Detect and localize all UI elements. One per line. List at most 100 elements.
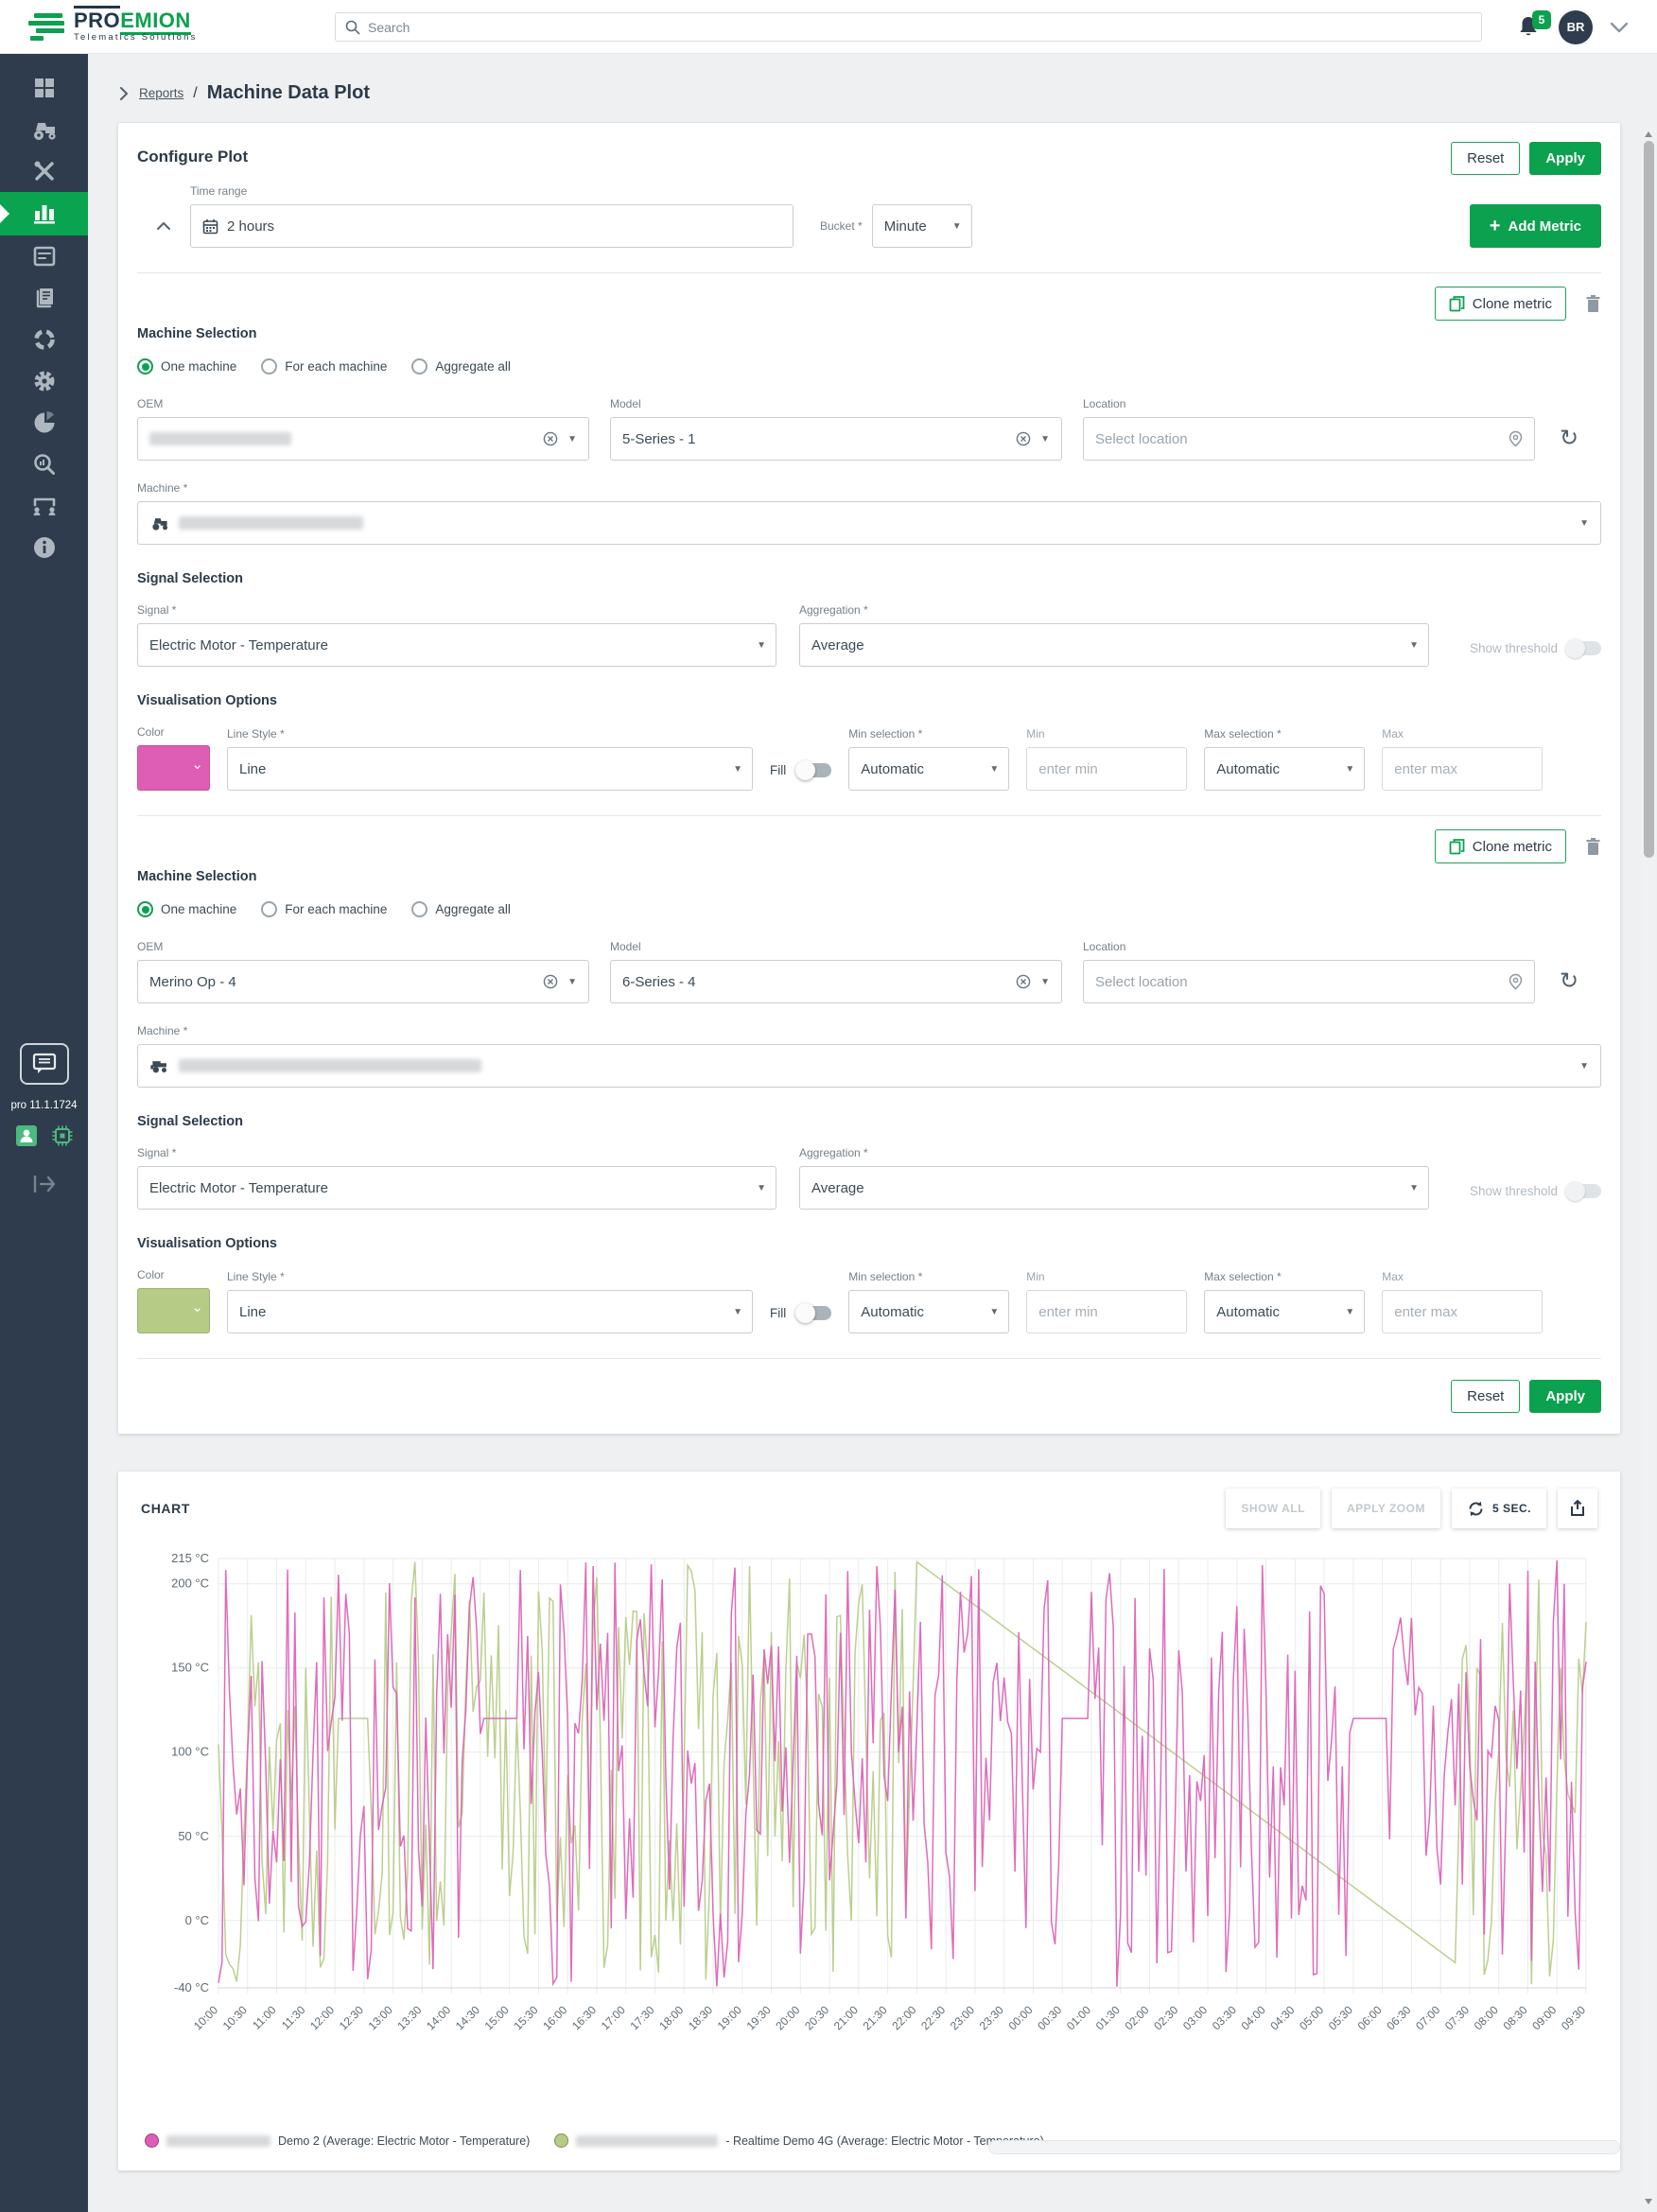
breadcrumb-chevron-icon[interactable] bbox=[118, 86, 130, 101]
line-style-select-1[interactable]: Line▼ bbox=[227, 747, 753, 791]
min-input-2[interactable] bbox=[1026, 1290, 1187, 1333]
sidebar-item-reports[interactable] bbox=[0, 192, 88, 235]
radio-one-machine[interactable]: One machine bbox=[137, 901, 236, 917]
horizontal-scrollbar[interactable] bbox=[988, 2140, 1620, 2154]
location-select-1[interactable]: Select location bbox=[1083, 417, 1535, 461]
radio-aggregate-all[interactable]: Aggregate all bbox=[411, 901, 511, 917]
clone-metric-button-1[interactable]: Clone metric bbox=[1435, 287, 1566, 321]
line-style-select-2[interactable]: Line▼ bbox=[227, 1290, 753, 1333]
color-picker-1[interactable] bbox=[137, 745, 210, 791]
svg-text:03:00: 03:00 bbox=[1180, 2003, 1210, 2032]
time-range-field[interactable]: 2 hours bbox=[190, 204, 794, 248]
aggregation-select-1[interactable]: Average▼ bbox=[799, 623, 1429, 667]
machine-select-2[interactable]: ▼ bbox=[137, 1044, 1601, 1088]
reset-machine-selection-button-1[interactable]: ↻ bbox=[1560, 417, 1579, 461]
oem-select-2[interactable]: Merino Op - 4 ▼ bbox=[137, 960, 589, 1003]
sidebar-item-analytics[interactable] bbox=[0, 402, 88, 444]
scroll-up-arrow-icon[interactable] bbox=[1645, 131, 1652, 137]
show-threshold-toggle-1[interactable] bbox=[1567, 641, 1601, 655]
min-input-1[interactable] bbox=[1026, 747, 1187, 791]
radio-aggregate-all[interactable]: Aggregate all bbox=[411, 358, 511, 374]
global-search[interactable] bbox=[335, 12, 1482, 42]
signal-select-2[interactable]: Electric Motor - Temperature▼ bbox=[137, 1166, 776, 1210]
sidebar-item-organisation[interactable] bbox=[0, 485, 88, 527]
caret-down-icon[interactable]: ▼ bbox=[567, 977, 577, 987]
user-badge-icon[interactable] bbox=[15, 1124, 38, 1147]
reset-machine-selection-button-2[interactable]: ↻ bbox=[1560, 960, 1579, 1003]
breadcrumb-reports-link[interactable]: Reports bbox=[139, 86, 183, 100]
sidebar-item-data-search[interactable] bbox=[0, 444, 88, 485]
radio-for-each-machine[interactable]: For each machine bbox=[261, 358, 387, 374]
color-picker-2[interactable] bbox=[137, 1288, 210, 1333]
apply-zoom-button[interactable]: APPLY ZOOM bbox=[1332, 1489, 1440, 1528]
sidebar-item-info[interactable] bbox=[0, 527, 88, 568]
sidebar-item-planner[interactable] bbox=[0, 235, 88, 277]
delete-metric-button-2[interactable] bbox=[1585, 837, 1601, 856]
aggregation-select-2[interactable]: Average▼ bbox=[799, 1166, 1429, 1210]
model-select-1[interactable]: 5-Series - 1 ▼ bbox=[610, 417, 1062, 461]
reset-button-top[interactable]: Reset bbox=[1451, 142, 1520, 175]
oem-select-1[interactable]: ▼ bbox=[137, 417, 589, 461]
delete-metric-button-1[interactable] bbox=[1585, 294, 1601, 313]
radio-for-each-machine[interactable]: For each machine bbox=[261, 901, 387, 917]
account-chevron-down-icon[interactable] bbox=[1610, 22, 1629, 33]
min-selection-select-1[interactable]: Automatic▼ bbox=[848, 747, 1009, 791]
machine-select-1[interactable]: ▼ bbox=[137, 501, 1601, 545]
scrollbar-thumb[interactable] bbox=[1644, 141, 1654, 858]
apply-button-top[interactable]: Apply bbox=[1529, 142, 1601, 175]
search-input[interactable] bbox=[368, 20, 1481, 35]
model-select-2[interactable]: 6-Series - 4 ▼ bbox=[610, 960, 1062, 1003]
reset-button-bottom[interactable]: Reset bbox=[1451, 1380, 1520, 1413]
caret-down-icon[interactable]: ▼ bbox=[567, 434, 577, 444]
clear-icon[interactable] bbox=[1016, 431, 1031, 446]
sidebar-item-settings[interactable] bbox=[0, 360, 88, 402]
caret-down-icon[interactable]: ▼ bbox=[1040, 977, 1050, 987]
chart-canvas[interactable]: 215 °C200 °C150 °C100 °C50 °C0 °C-40 °C1… bbox=[141, 1545, 1597, 2132]
refresh-interval-button[interactable]: 5 SEC. bbox=[1452, 1489, 1546, 1528]
feedback-chat-button[interactable] bbox=[20, 1043, 69, 1085]
radio-one-machine[interactable]: One machine bbox=[137, 358, 236, 374]
legend-item[interactable]: Demo 2 (Average: Electric Motor - Temper… bbox=[145, 2134, 530, 2148]
sidebar-item-service-tools[interactable] bbox=[0, 150, 88, 192]
svg-text:00:00: 00:00 bbox=[1005, 2003, 1035, 2032]
clear-icon[interactable] bbox=[1016, 974, 1031, 989]
vertical-scrollbar[interactable] bbox=[1642, 128, 1656, 2208]
add-metric-button[interactable]: + Add Metric bbox=[1470, 204, 1601, 248]
legend-item[interactable]: - Realtime Demo 4G (Average: Electric Mo… bbox=[554, 2134, 1043, 2148]
show-threshold-toggle-2[interactable] bbox=[1567, 1184, 1601, 1198]
avatar[interactable]: BR bbox=[1559, 10, 1593, 44]
fill-toggle-2[interactable] bbox=[797, 1306, 831, 1320]
max-selection-select-2[interactable]: Automatic▼ bbox=[1204, 1290, 1365, 1333]
line-style-value: Line bbox=[239, 1304, 266, 1320]
color-label: Color bbox=[137, 1268, 210, 1281]
collapse-panel-button[interactable] bbox=[137, 204, 190, 248]
svg-text:50 °C: 50 °C bbox=[178, 1829, 209, 1843]
caret-down-icon[interactable]: ▼ bbox=[1579, 518, 1589, 529]
signal-select-1[interactable]: Electric Motor - Temperature▼ bbox=[137, 623, 776, 667]
max-input-1[interactable] bbox=[1382, 747, 1543, 791]
location-select-2[interactable]: Select location bbox=[1083, 960, 1535, 1003]
sidebar-item-dashboard[interactable] bbox=[0, 67, 88, 109]
notifications-bell[interactable]: 5 bbox=[1517, 14, 1542, 41]
apply-button-bottom[interactable]: Apply bbox=[1529, 1380, 1601, 1413]
fill-toggle-1[interactable] bbox=[797, 763, 831, 777]
bucket-select[interactable]: Minute▼ bbox=[872, 204, 972, 248]
clear-icon[interactable] bbox=[543, 974, 558, 989]
show-all-button[interactable]: SHOW ALL bbox=[1226, 1489, 1320, 1528]
chip-icon[interactable] bbox=[51, 1124, 74, 1147]
oem-value: Merino Op - 4 bbox=[149, 974, 236, 990]
logout-button[interactable] bbox=[29, 1172, 60, 1201]
clear-icon[interactable] bbox=[543, 431, 558, 446]
clone-metric-button-2[interactable]: Clone metric bbox=[1435, 829, 1566, 863]
caret-down-icon[interactable]: ▼ bbox=[1579, 1061, 1589, 1071]
max-input-2[interactable] bbox=[1382, 1290, 1543, 1333]
max-selection-select-1[interactable]: Automatic▼ bbox=[1204, 747, 1365, 791]
sidebar-item-sync[interactable] bbox=[0, 319, 88, 360]
scroll-down-arrow-icon[interactable] bbox=[1645, 2199, 1652, 2204]
sidebar-item-machines[interactable] bbox=[0, 109, 88, 150]
caret-down-icon[interactable]: ▼ bbox=[1040, 434, 1050, 444]
export-chart-button[interactable] bbox=[1558, 1489, 1597, 1528]
min-selection-select-2[interactable]: Automatic▼ bbox=[848, 1290, 1009, 1333]
brand-tagline: Telematics Solutions bbox=[74, 32, 198, 43]
sidebar-item-documents[interactable] bbox=[0, 277, 88, 319]
